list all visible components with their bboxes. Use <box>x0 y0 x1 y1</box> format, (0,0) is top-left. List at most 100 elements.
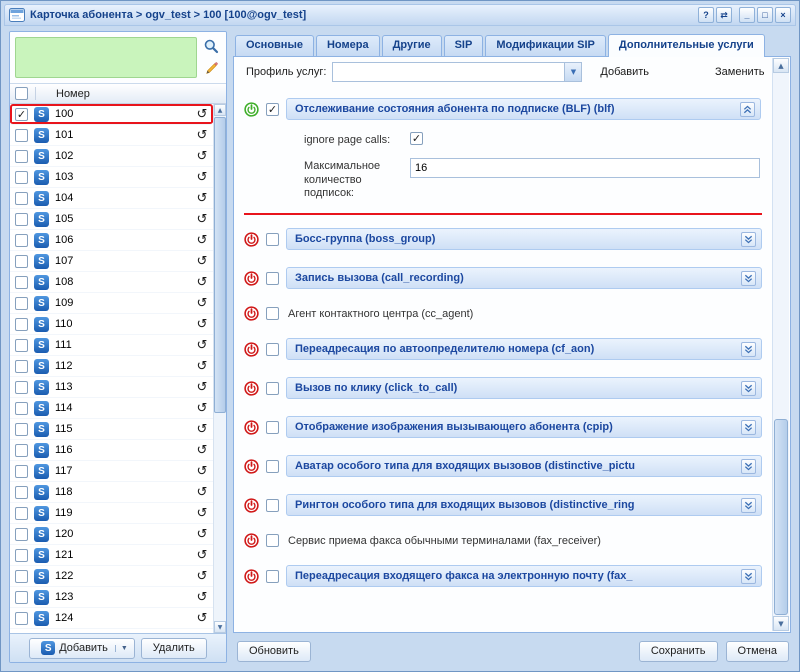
add-dropdown-arrow-icon[interactable]: ▼ <box>115 645 128 652</box>
close-button[interactable]: × <box>775 7 791 23</box>
subscriber-row[interactable]: S120↺ <box>10 524 213 545</box>
collapse-icon[interactable] <box>740 102 755 117</box>
profile-replace-button[interactable]: Заменить <box>709 63 770 81</box>
row-checkbox[interactable] <box>15 591 28 604</box>
row-checkbox[interactable] <box>15 360 28 373</box>
row-checkbox[interactable] <box>15 318 28 331</box>
subscriber-row[interactable]: S107↺ <box>10 251 213 272</box>
tab-other[interactable]: Другие <box>382 35 442 56</box>
subscriber-row[interactable]: S123↺ <box>10 587 213 608</box>
expand-icon[interactable] <box>741 381 756 396</box>
subscriber-row[interactable]: S101↺ <box>10 125 213 146</box>
expand-icon[interactable] <box>741 498 756 513</box>
row-checkbox[interactable] <box>15 213 28 226</box>
service-header[interactable]: Переадресация по автоопределителю номера… <box>286 338 762 360</box>
field-input[interactable] <box>410 158 760 178</box>
tab-numbers[interactable]: Номера <box>316 35 380 56</box>
subscriber-row[interactable]: ✓S100↺ <box>10 104 213 125</box>
service-checkbox[interactable] <box>266 421 279 434</box>
subscriber-row[interactable]: S116↺ <box>10 440 213 461</box>
list-scrollbar[interactable]: ▲ ▼ <box>213 104 226 633</box>
row-checkbox[interactable] <box>15 549 28 562</box>
service-header[interactable]: Босс-группа (boss_group) <box>286 228 762 250</box>
history-icon[interactable]: ↺ <box>191 444 213 457</box>
scrollbar-thumb[interactable] <box>214 117 226 413</box>
row-checkbox[interactable] <box>15 339 28 352</box>
subscriber-row[interactable]: S111↺ <box>10 335 213 356</box>
history-icon[interactable]: ↺ <box>191 423 213 436</box>
service-header[interactable]: Переадресация входящего факса на электро… <box>286 565 762 587</box>
subscriber-row[interactable]: S105↺ <box>10 209 213 230</box>
history-icon[interactable]: ↺ <box>191 129 213 142</box>
scroll-up-icon[interactable]: ▲ <box>214 104 226 116</box>
power-off-icon[interactable] <box>244 306 259 321</box>
tab-sip[interactable]: SIP <box>444 35 484 56</box>
history-icon[interactable]: ↺ <box>191 507 213 520</box>
history-icon[interactable]: ↺ <box>191 486 213 499</box>
select-all-checkbox[interactable] <box>15 87 28 100</box>
service-checkbox[interactable] <box>266 233 279 246</box>
scrollbar-thumb[interactable] <box>774 419 788 615</box>
subscriber-row[interactable]: S113↺ <box>10 377 213 398</box>
subscriber-row[interactable]: S103↺ <box>10 167 213 188</box>
row-checkbox[interactable] <box>15 129 28 142</box>
service-header[interactable]: Рингтон особого типа для входящих вызово… <box>286 494 762 516</box>
service-checkbox[interactable] <box>266 307 279 320</box>
subscriber-row[interactable]: S112↺ <box>10 356 213 377</box>
row-checkbox[interactable] <box>15 192 28 205</box>
service-header[interactable]: Аватар особого типа для входящих вызовов… <box>286 455 762 477</box>
edit-button[interactable] <box>202 61 220 79</box>
service-header[interactable]: Вызов по клику (click_to_call) <box>286 377 762 399</box>
minimize-button[interactable]: _ <box>739 7 755 23</box>
history-icon[interactable]: ↺ <box>191 192 213 205</box>
row-checkbox[interactable] <box>15 528 28 541</box>
scroll-down-icon[interactable]: ▼ <box>773 616 789 631</box>
service-checkbox[interactable] <box>266 570 279 583</box>
service-profile-combo[interactable]: ▼ <box>332 62 582 82</box>
add-subscriber-button[interactable]: S Добавить ▼ <box>29 638 135 659</box>
history-icon[interactable]: ↺ <box>191 570 213 583</box>
history-icon[interactable]: ↺ <box>191 234 213 247</box>
history-icon[interactable]: ↺ <box>191 255 213 268</box>
row-checkbox[interactable]: ✓ <box>15 108 28 121</box>
expand-icon[interactable] <box>741 420 756 435</box>
service-checkbox[interactable] <box>266 272 279 285</box>
row-checkbox[interactable] <box>15 444 28 457</box>
row-checkbox[interactable] <box>15 381 28 394</box>
tab-sip-modifications[interactable]: Модификации SIP <box>485 35 606 56</box>
service-profile-input[interactable] <box>333 63 564 81</box>
expand-icon[interactable] <box>741 459 756 474</box>
history-icon[interactable]: ↺ <box>191 360 213 373</box>
row-checkbox[interactable] <box>15 570 28 583</box>
history-icon[interactable]: ↺ <box>191 612 213 625</box>
subscriber-row[interactable]: S117↺ <box>10 461 213 482</box>
subscriber-row[interactable]: S102↺ <box>10 146 213 167</box>
search-button[interactable] <box>202 38 220 56</box>
subscriber-row[interactable]: S114↺ <box>10 398 213 419</box>
subscriber-row[interactable]: S106↺ <box>10 230 213 251</box>
row-checkbox[interactable] <box>15 297 28 310</box>
service-checkbox[interactable] <box>266 499 279 512</box>
row-checkbox[interactable] <box>15 507 28 520</box>
history-icon[interactable]: ↺ <box>191 297 213 310</box>
subscriber-row[interactable]: S108↺ <box>10 272 213 293</box>
history-icon[interactable]: ↺ <box>191 171 213 184</box>
expand-icon[interactable] <box>741 271 756 286</box>
expand-icon[interactable] <box>741 232 756 247</box>
row-checkbox[interactable] <box>15 423 28 436</box>
history-icon[interactable]: ↺ <box>191 339 213 352</box>
history-icon[interactable]: ↺ <box>191 591 213 604</box>
subscriber-row[interactable]: S118↺ <box>10 482 213 503</box>
history-icon[interactable]: ↺ <box>191 318 213 331</box>
service-checkbox[interactable] <box>266 460 279 473</box>
power-off-icon[interactable] <box>244 533 259 548</box>
row-checkbox[interactable] <box>15 234 28 247</box>
row-checkbox[interactable] <box>15 255 28 268</box>
scroll-down-icon[interactable]: ▼ <box>214 621 226 633</box>
row-checkbox[interactable] <box>15 150 28 163</box>
subscriber-row[interactable]: S122↺ <box>10 566 213 587</box>
power-off-icon[interactable] <box>244 271 259 286</box>
power-off-icon[interactable] <box>244 459 259 474</box>
history-icon[interactable]: ↺ <box>191 150 213 163</box>
service-checkbox[interactable] <box>266 382 279 395</box>
